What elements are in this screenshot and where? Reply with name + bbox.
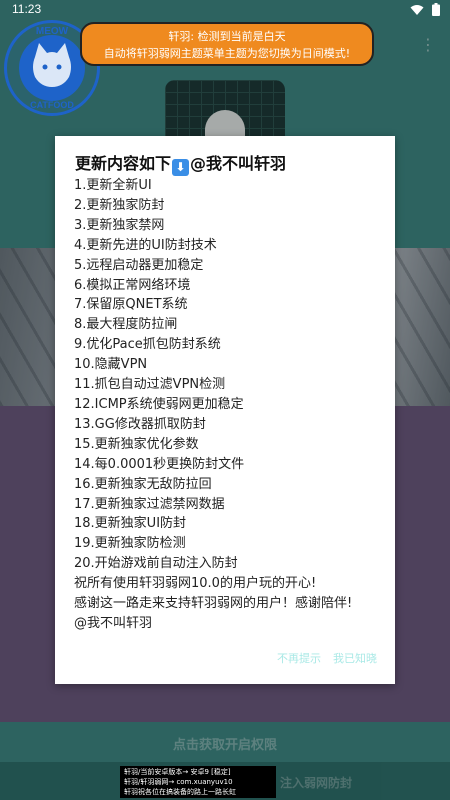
status-bar: 11:23 <box>0 0 450 20</box>
update-note-item: 8.最大程度防拉闸 <box>74 317 178 333</box>
update-note-item: 13.GG修改器抓取防封 <box>74 416 206 432</box>
battery-icon <box>432 3 440 16</box>
update-note-item: 19.更新独家防检测 <box>74 536 186 552</box>
stamp-bottom-text: CATFOOD <box>30 100 74 110</box>
update-note-item: 18.更新独家UI防封 <box>74 516 187 532</box>
system-info-overlay: 轩羽/当前安卓版本→ 安卓9 [稳定] 轩羽/轩羽弱网→ com.xuanyuv… <box>120 766 276 798</box>
wifi-icon <box>410 4 424 15</box>
toast-line-1: 轩羽: 检测到当前是白天 <box>168 30 286 43</box>
theme-switch-toast: 轩羽: 检测到当前是白天 自动将轩羽弱网主题菜单主题为您切换为日间模式! <box>80 22 374 66</box>
acknowledge-button[interactable]: 我已知晓 <box>333 650 377 666</box>
update-note-item: 14.每0.0001秒更换防封文件 <box>74 456 245 472</box>
update-note-item: 15.更新独家优化参数 <box>74 436 199 452</box>
update-note-item: 11.抓包自动过滤VPN检测 <box>74 377 226 393</box>
update-note-item: 16.更新独家无敌防拉回 <box>74 476 212 492</box>
update-notes-dialog: 更新内容如下 ⬇ @我不叫轩羽 1.更新全新UI 2.更新独家防封 3.更新独家禁网 4.… <box>55 136 395 684</box>
update-notes-list: 1.更新全新UI 2.更新独家防封 3.更新独家禁网 4.更新先进的UI防封技术 5.远… <box>74 176 352 634</box>
dialog-title: 更新内容如下 ⬇ @我不叫轩羽 <box>75 150 286 176</box>
update-note-item: 2.更新独家防封 <box>74 197 165 213</box>
system-info-line-3: 轩羽祝各位在搞装备的路上一路长虹 <box>124 788 236 796</box>
update-note-item: 4.更新先进的UI防封技术 <box>74 237 217 253</box>
toast-line-2: 自动将轩羽弱网主题菜单主题为您切换为日间模式! <box>103 47 351 60</box>
system-info-line-1: 轩羽/当前安卓版本→ 安卓9 [稳定] <box>124 768 231 776</box>
update-note-item: 5.远程启动器更加稳定 <box>74 257 204 273</box>
dialog-title-text: 更新内容如下 <box>75 154 172 173</box>
update-note-item: 20.开始游戏前自动注入防封 <box>74 556 238 572</box>
update-note-item: 感谢这一路走来支持轩羽弱网的用户！感谢陪伴! <box>74 596 353 612</box>
update-note-item: 10.隐藏VPN <box>74 357 148 373</box>
update-note-item: 1.更新全新UI <box>74 178 152 193</box>
update-note-item: 6.模拟正常网络环境 <box>74 277 191 293</box>
update-note-item: 祝所有使用轩羽弱网10.0的用户玩的开心! <box>74 576 317 592</box>
update-note-item: 12.ICMP系统使弱网更加稳定 <box>74 396 244 412</box>
dialog-actions: 不再提示 我已知晓 <box>277 650 377 666</box>
dialog-title-author: @我不叫轩羽 <box>190 154 287 173</box>
cat-head-icon <box>19 35 85 101</box>
dont-show-again-button[interactable]: 不再提示 <box>277 650 321 666</box>
update-note-item: 9.优化Pace抓包防封系统 <box>74 337 221 353</box>
update-note-item: 7.保留原QNET系统 <box>74 297 188 313</box>
download-arrow-icon: ⬇ <box>172 159 190 176</box>
update-note-item: @我不叫轩羽 <box>74 615 153 631</box>
system-info-line-2: 轩羽/轩羽弱网→ com.xuanyuv10 <box>124 778 233 786</box>
update-note-item: 17.更新独家过滤禁网数据 <box>74 496 225 512</box>
update-note-item: 3.更新独家禁网 <box>74 217 165 233</box>
status-time: 11:23 <box>12 2 42 16</box>
